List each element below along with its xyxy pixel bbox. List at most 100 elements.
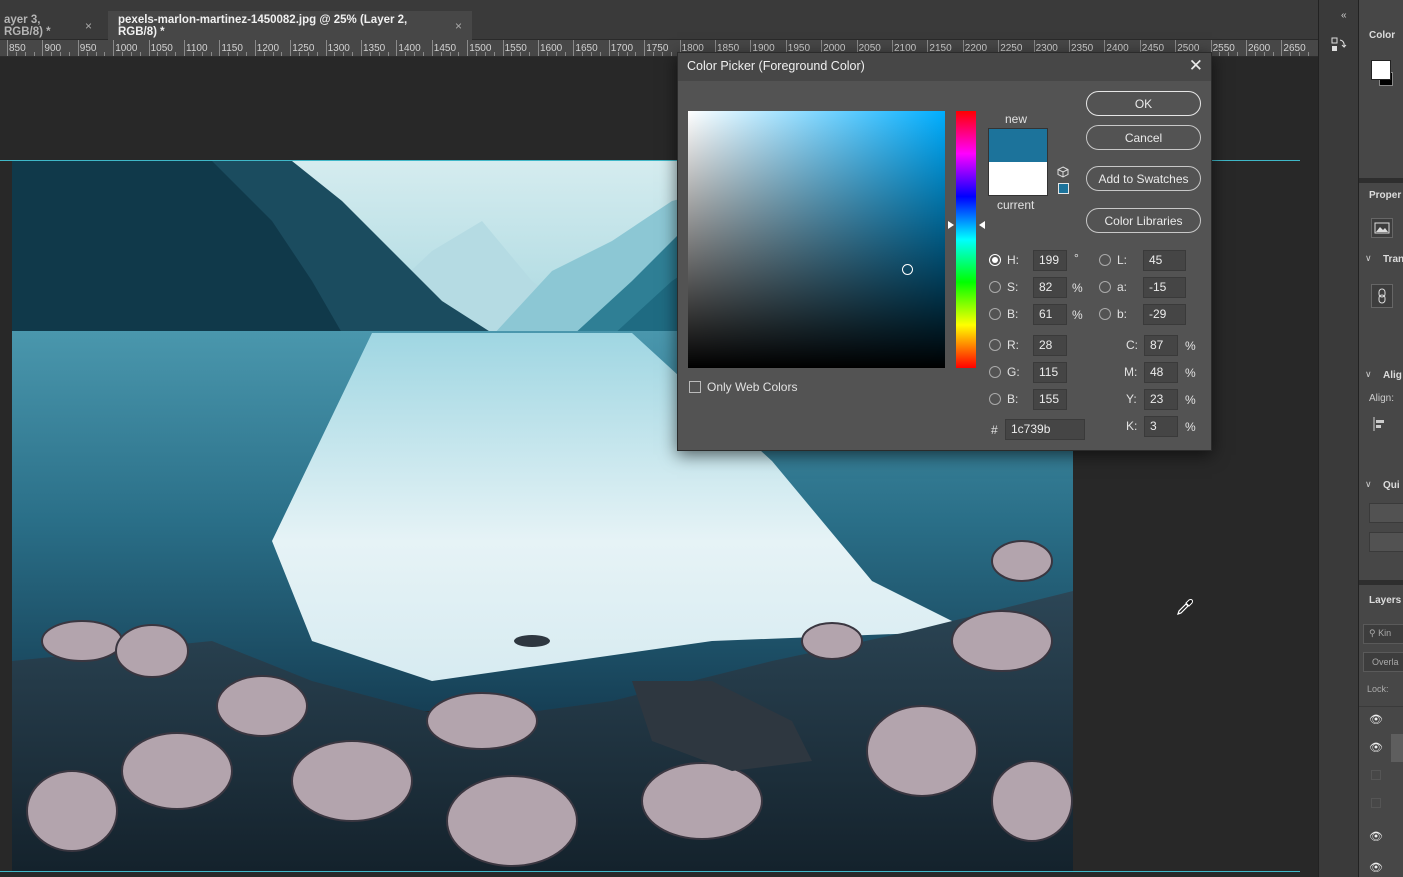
ruler-tick	[396, 40, 398, 56]
hue-slider-handle-left[interactable]	[948, 221, 954, 229]
blend-mode-select[interactable]: Overla	[1363, 652, 1403, 672]
eye-icon[interactable]: 👁	[1369, 830, 1383, 843]
ruler-label: 850	[9, 43, 26, 54]
blue-field[interactable]: 155	[1033, 389, 1067, 410]
brightness-radio[interactable]	[989, 308, 1001, 320]
chevron-down-icon[interactable]: ∨	[1365, 253, 1372, 264]
ruler-minor-tick	[493, 52, 495, 56]
hue-radio[interactable]	[989, 254, 1001, 266]
quick-actions-title[interactable]: Qui	[1383, 480, 1400, 491]
hue-slider[interactable]	[956, 111, 976, 368]
layer-thumbnail	[1391, 734, 1403, 762]
align-left-icon[interactable]	[1373, 416, 1387, 435]
collapse-panels-icon[interactable]: «	[1341, 10, 1347, 21]
quick-action-button[interactable]	[1369, 503, 1403, 523]
tab-close-icon[interactable]: ×	[455, 19, 462, 33]
ruler-tick	[254, 40, 256, 56]
lock-label: Lock:	[1367, 684, 1389, 694]
ruler-label: 2650	[1283, 43, 1306, 54]
ruler-minor-tick	[343, 52, 345, 56]
red-label: R:	[1007, 338, 1019, 352]
tab-pexels-image[interactable]: pexels-marlon-martinez-1450082.jpg @ 25%…	[108, 11, 472, 40]
lab-l-radio[interactable]	[1099, 254, 1111, 266]
lab-a-field[interactable]: -15	[1143, 277, 1186, 298]
visibility-box[interactable]	[1371, 798, 1381, 808]
color-libraries-button[interactable]: Color Libraries	[1086, 208, 1201, 233]
magenta-field[interactable]: 48	[1144, 362, 1178, 383]
blue-radio[interactable]	[989, 393, 1001, 405]
ruler-minor-tick	[60, 52, 62, 56]
web-safe-color-swatch[interactable]	[1058, 183, 1069, 194]
chevron-down-icon[interactable]: ∨	[1365, 479, 1372, 490]
properties-panel-title[interactable]: Proper	[1369, 190, 1401, 201]
eye-icon[interactable]: 👁	[1369, 861, 1383, 874]
chevron-down-icon[interactable]: ∨	[1365, 369, 1372, 380]
add-to-swatches-button[interactable]: Add to Swatches	[1086, 166, 1201, 191]
saturation-brightness-field[interactable]	[688, 111, 945, 368]
web-safe-cube-icon[interactable]	[1057, 166, 1069, 181]
eye-icon[interactable]: 👁	[1369, 713, 1383, 726]
only-web-colors-checkbox[interactable]	[689, 381, 701, 393]
cancel-button[interactable]: Cancel	[1086, 125, 1201, 150]
layer-filter-search[interactable]: ⚲ Kin	[1363, 624, 1403, 644]
ruler-minor-tick	[1263, 52, 1265, 56]
ruler-tick	[42, 40, 44, 56]
color-panel-title[interactable]: Color	[1369, 30, 1395, 41]
ruler-minor-tick	[316, 52, 318, 56]
saturation-field[interactable]: 82	[1033, 277, 1067, 298]
red-field[interactable]: 28	[1033, 335, 1067, 356]
ruler-label: 1150	[221, 43, 243, 54]
ok-button[interactable]: OK	[1086, 91, 1201, 116]
close-icon[interactable]: ✕	[1189, 56, 1203, 76]
ruler-minor-tick	[520, 52, 522, 56]
percent-unit: %	[1185, 420, 1196, 434]
tab-layer-3[interactable]: ayer 3, RGB/8) * ×	[0, 11, 102, 40]
lab-b-label: b:	[1117, 307, 1128, 321]
red-radio[interactable]	[989, 339, 1001, 351]
guide-line-bottom[interactable]	[0, 871, 1300, 872]
hex-field[interactable]: 1c739b	[1005, 419, 1085, 440]
lab-l-field[interactable]: 45	[1143, 250, 1186, 271]
black-field[interactable]: 3	[1144, 416, 1178, 437]
tab-close-icon[interactable]: ×	[85, 19, 92, 33]
search-icon: ⚲	[1369, 628, 1376, 638]
ruler-tick	[290, 40, 292, 56]
color-cursor[interactable]	[902, 264, 913, 275]
hue-slider-handle-right[interactable]	[979, 221, 985, 229]
current-color-swatch[interactable]	[988, 162, 1048, 196]
ruler-minor-tick	[201, 52, 203, 56]
green-radio[interactable]	[989, 366, 1001, 378]
ruler-tick	[502, 40, 504, 56]
lab-a-radio[interactable]	[1099, 281, 1111, 293]
ruler-label: 1000	[115, 43, 138, 54]
transform-section-title[interactable]: Tran	[1383, 254, 1403, 265]
green-field[interactable]: 115	[1033, 362, 1067, 383]
ruler-minor-tick	[564, 52, 566, 56]
history-panel-icon[interactable]	[1331, 36, 1347, 57]
ruler-tick	[7, 40, 8, 56]
brightness-field[interactable]: 61	[1033, 304, 1067, 325]
saturation-radio[interactable]	[989, 281, 1001, 293]
align-section-title[interactable]: Alig	[1383, 370, 1402, 381]
quick-action-button[interactable]	[1369, 532, 1403, 552]
ruler-minor-tick	[1228, 52, 1230, 56]
panel-separator	[1359, 178, 1403, 183]
eye-icon[interactable]: 👁	[1369, 741, 1383, 754]
link-icon[interactable]	[1371, 284, 1393, 308]
percent-unit: %	[1072, 281, 1083, 295]
yellow-field[interactable]: 23	[1144, 389, 1178, 410]
dialog-titlebar[interactable]: Color Picker (Foreground Color) ✕	[678, 53, 1211, 81]
visibility-box[interactable]	[1371, 770, 1381, 780]
ruler-label: 1500	[469, 43, 492, 54]
ruler-minor-tick	[175, 52, 177, 56]
ruler-minor-tick	[529, 52, 531, 56]
lab-b-radio[interactable]	[1099, 308, 1111, 320]
ruler-minor-tick	[591, 52, 593, 56]
new-color-swatch	[988, 128, 1048, 162]
ruler-minor-tick	[299, 52, 301, 56]
layers-panel-title[interactable]: Layers	[1369, 595, 1401, 606]
ruler-minor-tick	[1272, 52, 1274, 56]
lab-b-field[interactable]: -29	[1143, 304, 1186, 325]
hue-field[interactable]: 199	[1033, 250, 1067, 271]
cyan-field[interactable]: 87	[1144, 335, 1178, 356]
